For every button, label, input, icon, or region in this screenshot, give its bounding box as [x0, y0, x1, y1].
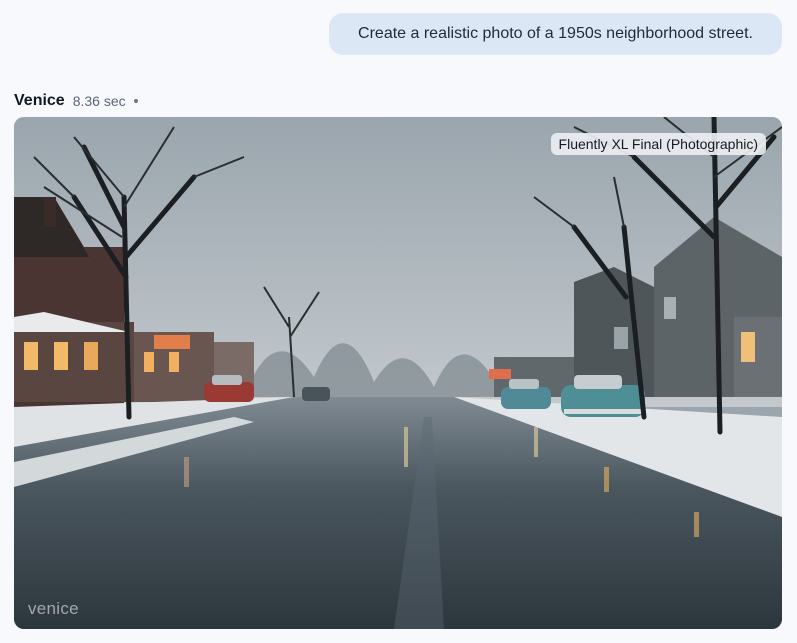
response-header: Venice 8.36 sec: [14, 90, 138, 112]
user-prompt-bubble: Create a realistic photo of a 1950s neig…: [329, 13, 782, 55]
status-dot-icon: [133, 99, 138, 103]
watermark-logo: venice: [28, 599, 79, 618]
user-prompt-text: Create a realistic photo of a 1950s neig…: [358, 25, 753, 42]
generation-time: 8.36 sec: [72, 93, 126, 109]
generated-image[interactable]: Fluently XL Final (Photographic) venice: [14, 117, 782, 629]
model-name: Venice: [14, 92, 65, 109]
street-scene-illustration: [14, 117, 782, 629]
model-badge: Fluently XL Final (Photographic): [550, 133, 766, 155]
